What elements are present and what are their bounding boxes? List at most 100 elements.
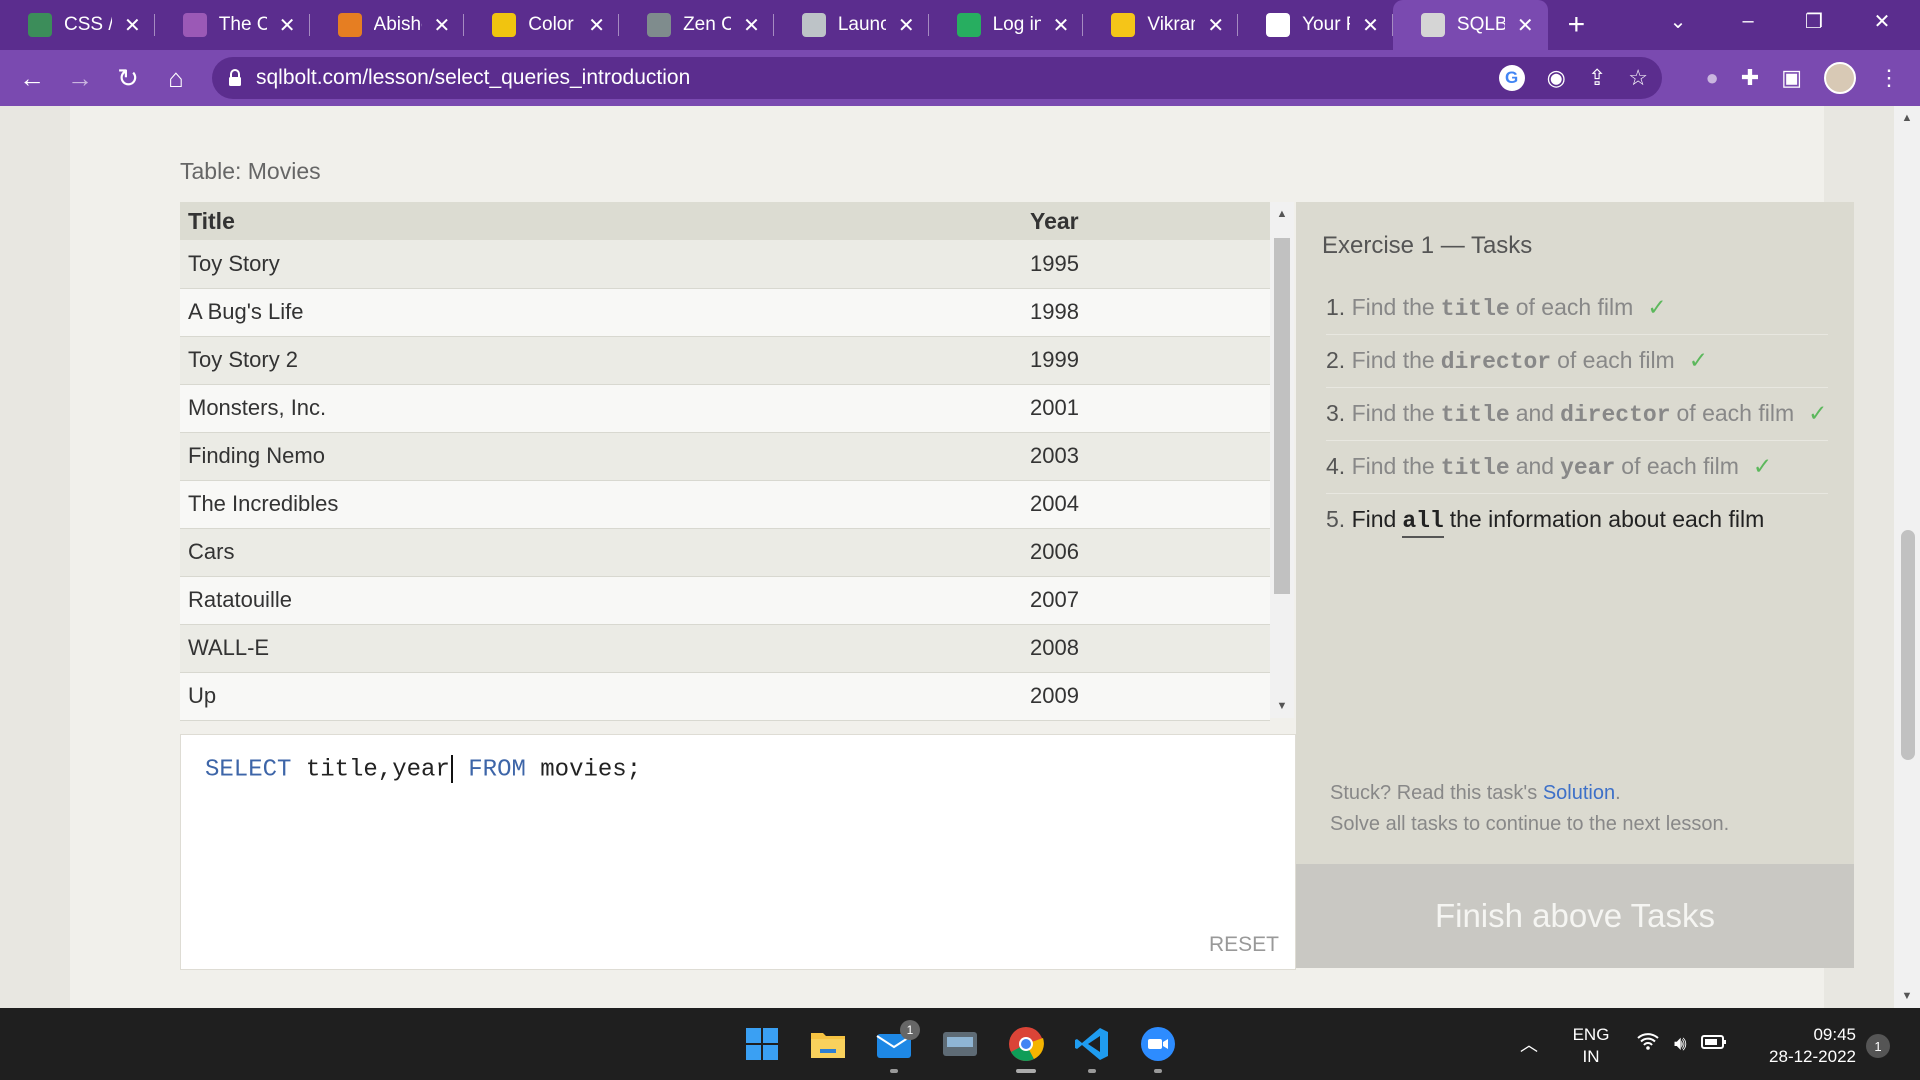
browser-tab[interactable]: Zen Cl ✕ (619, 0, 774, 50)
cell-title: A Bug's Life (180, 288, 1022, 337)
close-tab-icon[interactable]: ✕ (743, 13, 760, 38)
reload-icon[interactable]: ↻ (104, 54, 152, 102)
running-indicator (1154, 1069, 1162, 1073)
table-row: Cars 2006 (180, 528, 1270, 577)
page-scroll-thumb[interactable] (1901, 530, 1915, 760)
page-scrollbar[interactable]: ▲ ▼ (1894, 106, 1920, 1008)
tab-title: CSS / C (64, 14, 112, 35)
language-indicator[interactable]: ENG IN (1556, 1024, 1626, 1068)
cell-year: 2004 (1022, 480, 1270, 529)
tab-search-icon[interactable]: ⌄ (1648, 0, 1708, 42)
browser-tab[interactable]: The Co ✕ (155, 0, 310, 50)
volume-icon[interactable]: 🔊︎ (1674, 1033, 1687, 1056)
task-item: 4. Find the title and year of each film ✓ (1326, 441, 1828, 494)
close-tab-icon[interactable]: ✕ (1517, 13, 1534, 38)
help-text: Stuck? Read this task's Solution. Solve … (1330, 778, 1729, 840)
close-tab-icon[interactable]: ✕ (1362, 13, 1379, 38)
task-text: Find the (1351, 453, 1435, 479)
scroll-down-arrow-icon[interactable]: ▼ (1270, 700, 1294, 712)
close-tab-icon[interactable]: ✕ (279, 13, 296, 38)
close-tab-icon[interactable]: ✕ (1207, 13, 1224, 38)
show-hidden-icons-icon[interactable]: ︿ (1520, 1008, 1538, 1080)
address-bar[interactable]: sqlbolt.com/lesson/select_queries_introd… (212, 57, 1662, 99)
google-lens-icon[interactable]: G (1498, 65, 1525, 91)
tab-title: The Co (218, 14, 267, 35)
file-explorer-icon[interactable] (808, 1024, 848, 1064)
profile-avatar[interactable] (1824, 62, 1856, 94)
close-tab-icon[interactable]: ✕ (898, 13, 915, 38)
task-text: Find (1351, 506, 1397, 532)
bookmark-star-icon[interactable]: ☆ (1628, 65, 1648, 91)
extension-icon[interactable]: ● (1705, 65, 1718, 91)
browser-tab[interactable]: Abishe ✕ (310, 0, 465, 50)
tab-title: Color F (528, 14, 576, 35)
tasks-panel: Exercise 1 — Tasks 1. Find the title of ea… (1296, 202, 1854, 968)
browser-tab[interactable]: CSS / C ✕ (0, 0, 155, 50)
mail-icon[interactable]: 1 (874, 1020, 920, 1073)
close-tab-icon[interactable]: ✕ (434, 13, 451, 38)
results-scroll-thumb[interactable] (1274, 238, 1290, 594)
browser-tab[interactable]: SQLBo ✕ (1392, 0, 1548, 50)
share-icon[interactable]: ⇪ (1588, 65, 1606, 91)
browser-tab[interactable]: Log in ✕ (929, 0, 1084, 50)
vscode-icon[interactable] (1072, 1024, 1112, 1073)
solution-link[interactable]: Solution (1543, 782, 1615, 804)
reset-button[interactable]: RESET (1209, 933, 1279, 957)
table-row: A Bug's Life 1998 (180, 288, 1270, 337)
menu-icon[interactable]: ⋮ (1878, 65, 1900, 91)
running-indicator (1088, 1069, 1096, 1073)
page-scroll-down-icon[interactable]: ▼ (1894, 990, 1920, 1002)
mouse-icon (182, 13, 207, 37)
close-tab-icon[interactable]: ✕ (588, 13, 605, 38)
browser-tab-strip: CSS / C✕The Co✕Abishe✕Color F✕Zen Cl✕Lau… (0, 0, 1920, 50)
results-scrollbar[interactable]: ▲ ▼ (1270, 202, 1294, 718)
battery-icon[interactable] (1700, 1033, 1727, 1056)
page-scroll-up-icon[interactable]: ▲ (1894, 112, 1920, 124)
tasks-title: Exercise 1 — Tasks (1322, 232, 1533, 259)
task-text: of each film (1676, 400, 1795, 426)
cell-title: Up (180, 672, 1022, 721)
browser-tab[interactable]: Color F ✕ (464, 0, 620, 50)
column-header-year: Year (1022, 202, 1270, 240)
task-code-term: title (1440, 296, 1510, 322)
windows-start-icon[interactable] (742, 1024, 782, 1064)
close-window-icon[interactable]: ✕ (1852, 0, 1912, 42)
query-text[interactable]: SELECT title,year FROM movies; (205, 755, 641, 783)
minimize-icon[interactable]: – (1718, 0, 1778, 42)
language-code: ENG (1572, 1025, 1610, 1044)
side-panel-icon[interactable]: ▣ (1781, 65, 1802, 91)
close-tab-icon[interactable]: ✕ (1053, 13, 1070, 38)
finish-tasks-button[interactable]: Finish above Tasks (1296, 864, 1854, 968)
home-icon[interactable]: ⌂ (152, 54, 200, 102)
task-text: Find the (1351, 294, 1435, 320)
system-tray[interactable]: 🔊︎ (1636, 1008, 1727, 1080)
cell-title: Toy Story (180, 240, 1022, 289)
keyboard-app-icon[interactable] (940, 1024, 980, 1064)
checkmark-icon: ✓ (1647, 294, 1667, 320)
notification-badge[interactable]: 1 (1866, 1034, 1890, 1058)
forward-icon[interactable]: → (56, 54, 104, 102)
browser-tab[interactable]: Launch ✕ (774, 0, 929, 50)
lock-icon (228, 69, 242, 87)
restore-icon[interactable]: ❐ (1784, 0, 1844, 42)
cell-title: Cars (180, 528, 1022, 577)
new-tab-button[interactable]: + (1568, 8, 1586, 42)
browser-tab[interactable]: Vikram ✕ (1083, 0, 1239, 50)
browser-tab[interactable]: Your R ✕ (1238, 0, 1393, 50)
tracking-protection-icon[interactable]: ◉ (1547, 65, 1566, 91)
query-editor[interactable]: SELECT title,year FROM movies; RESET (180, 734, 1296, 970)
table-row: Toy Story 1995 (180, 240, 1270, 289)
back-icon[interactable]: ← (8, 54, 56, 102)
task-item: 1. Find the title of each film ✓ (1326, 282, 1828, 335)
cell-year: 2003 (1022, 432, 1270, 481)
region-code: IN (1582, 1047, 1600, 1066)
chrome-icon[interactable] (1006, 1024, 1046, 1073)
extensions-puzzle-icon[interactable]: ✚ (1741, 65, 1759, 91)
clock[interactable]: 09:45 28-12-2022 (1746, 1024, 1856, 1068)
a-logo-icon (337, 13, 362, 37)
wifi-icon[interactable] (1636, 1031, 1660, 1057)
zoom-icon[interactable] (1138, 1024, 1178, 1073)
scroll-up-arrow-icon[interactable]: ▲ (1270, 208, 1294, 220)
tab-title: Vikram (1147, 14, 1195, 35)
close-tab-icon[interactable]: ✕ (124, 13, 141, 38)
